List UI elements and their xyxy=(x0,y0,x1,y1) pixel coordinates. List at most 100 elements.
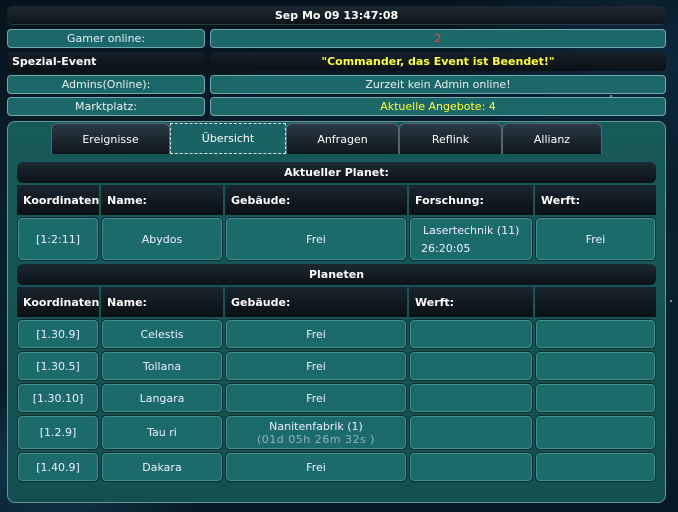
header-shipyard-text: Werft: xyxy=(541,193,581,207)
market-label: Marktplatz: xyxy=(7,97,205,116)
planet-row-buildings[interactable]: Nanitenfabrik (1) (01d 05h 26m 32s ) xyxy=(225,415,407,450)
event-message: "Commander, das Event ist Beendet!" xyxy=(321,55,555,68)
header-buildings: Gebäude: xyxy=(225,185,407,215)
gamer-online-value[interactable]: 2 xyxy=(210,29,666,48)
tab-anfragen-label[interactable]: Anfragen xyxy=(317,133,367,146)
planet-row-coords[interactable]: [1.40.9] xyxy=(17,452,99,482)
planet-coords[interactable]: [1.30.9] xyxy=(36,328,80,341)
gamer-online-label: Gamer online: xyxy=(7,29,205,48)
planet-name[interactable]: Celestis xyxy=(140,328,183,341)
tab-uebersicht-label[interactable]: Übersicht xyxy=(202,132,254,145)
current-research-text[interactable]: Lasertechnik (11) xyxy=(421,224,519,237)
event-value: "Commander, das Event ist Beendet!" xyxy=(210,52,666,71)
planet-row-buildings[interactable]: Frei xyxy=(225,319,407,349)
planet-row-extra xyxy=(535,319,656,349)
planet-row-name[interactable]: Celestis xyxy=(101,319,223,349)
planet-row-name[interactable]: Tau ri xyxy=(101,415,223,450)
planet-row-buildings[interactable]: Frei xyxy=(225,452,407,482)
planet-row-extra xyxy=(535,452,656,482)
planets-header-coords-text: Koordinaten xyxy=(23,295,100,309)
market-label-text: Marktplatz: xyxy=(74,100,137,113)
planet-row-coords[interactable]: [1.2.9] xyxy=(17,415,99,450)
planet-row-name[interactable]: Tollana xyxy=(101,351,223,381)
gamer-online-label-text: Gamer online: xyxy=(66,32,146,45)
planet-row-shipyard[interactable] xyxy=(409,319,533,349)
tab-ereignisse[interactable]: Ereignisse xyxy=(51,123,170,154)
header-coords: Koordinaten xyxy=(17,185,99,215)
event-label-text: Spezial-Event xyxy=(12,55,97,68)
planet-row-extra xyxy=(535,415,656,450)
planet-coords[interactable]: [1.2.9] xyxy=(40,426,77,439)
planet-row-name[interactable]: Langara xyxy=(101,383,223,413)
server-datetime: Sep Mo 09 13:47:08 xyxy=(7,6,666,25)
header-research: Forschung: xyxy=(409,185,533,215)
planet-name[interactable]: Tau ri xyxy=(147,426,177,439)
admins-value: Zurzeit kein Admin online! xyxy=(210,75,666,94)
planet-coords[interactable]: [1.40.9] xyxy=(36,461,80,474)
planet-name[interactable]: Tollana xyxy=(143,360,181,373)
planet-row-shipyard[interactable] xyxy=(409,351,533,381)
current-research[interactable]: Lasertechnik (11) 26:20:05 xyxy=(409,217,533,261)
planet-build-timer: (01d 05h 26m 32s ) xyxy=(257,432,375,446)
header-shipyard: Werft: xyxy=(535,185,656,215)
header-name: Name: xyxy=(101,185,223,215)
planet-buildings[interactable]: Frei xyxy=(306,328,326,341)
current-shipyard-text[interactable]: Frei xyxy=(586,233,606,246)
market-value[interactable]: Aktuelle Angebote: 4 xyxy=(210,97,666,116)
planets-header-extra xyxy=(535,287,656,317)
planet-row-coords[interactable]: [1.30.9] xyxy=(17,319,99,349)
planets-header-buildings: Gebäude: xyxy=(225,287,407,317)
planet-row-coords[interactable]: [1.30.5] xyxy=(17,351,99,381)
admins-label-text: Admins(Online): xyxy=(61,78,151,91)
planet-row-coords[interactable]: [1.30.10] xyxy=(17,383,99,413)
tab-uebersicht[interactable]: Übersicht xyxy=(170,123,286,154)
tab-ereignisse-label[interactable]: Ereignisse xyxy=(82,133,138,146)
planets-header-shipyard-text: Werft: xyxy=(415,295,455,309)
planets-header-shipyard: Werft: xyxy=(409,287,533,317)
market-offers-link[interactable]: Aktuelle Angebote: 4 xyxy=(380,100,496,113)
current-name-text[interactable]: Abydos xyxy=(142,233,182,246)
planet-row-buildings[interactable]: Frei xyxy=(225,351,407,381)
current-buildings-text[interactable]: Frei xyxy=(306,233,326,246)
gamer-online-count[interactable]: 2 xyxy=(435,32,442,45)
header-buildings-text: Gebäude: xyxy=(231,193,291,207)
datetime-text: Sep Mo 09 13:47:08 xyxy=(274,8,399,22)
tab-reflink[interactable]: Reflink xyxy=(399,123,502,154)
planets-header-name: Name: xyxy=(101,287,223,317)
header-research-text: Forschung: xyxy=(415,193,484,207)
current-shipyard[interactable]: Frei xyxy=(535,217,656,261)
event-label: Spezial-Event xyxy=(7,52,205,71)
planet-row-shipyard[interactable] xyxy=(409,452,533,482)
planets-header-name-text: Name: xyxy=(107,295,147,309)
planets-header-coords: Koordinaten xyxy=(17,287,99,317)
current-planet-title: Aktueller Planet: xyxy=(284,166,389,179)
planet-name[interactable]: Langara xyxy=(140,392,185,405)
current-research-timer: 26:20:05 xyxy=(421,241,471,255)
planet-buildings[interactable]: Frei xyxy=(306,392,326,405)
current-buildings[interactable]: Frei xyxy=(225,217,407,261)
planet-coords[interactable]: [1.30.5] xyxy=(36,360,80,373)
tab-allianz[interactable]: Allianz xyxy=(502,123,602,154)
planet-buildings[interactable]: Frei xyxy=(306,461,326,474)
planet-coords[interactable]: [1.30.10] xyxy=(33,392,84,405)
planet-row-buildings[interactable]: Frei xyxy=(225,383,407,413)
planets-heading: Planeten xyxy=(17,264,656,285)
planet-row-shipyard[interactable] xyxy=(409,383,533,413)
tab-anfragen[interactable]: Anfragen xyxy=(286,123,399,154)
current-planet-heading: Aktueller Planet: xyxy=(17,162,656,183)
planet-name[interactable]: Dakara xyxy=(142,461,181,474)
planet-row-extra xyxy=(535,383,656,413)
current-coords[interactable]: [1:2:11] xyxy=(17,217,99,261)
tab-allianz-label[interactable]: Allianz xyxy=(534,133,570,146)
admins-label: Admins(Online): xyxy=(7,75,205,94)
planet-row-extra xyxy=(535,351,656,381)
planet-buildings[interactable]: Frei xyxy=(306,360,326,373)
tab-reflink-label[interactable]: Reflink xyxy=(432,133,469,146)
planet-buildings[interactable]: Nanitenfabrik (1) xyxy=(269,420,363,433)
current-coords-text[interactable]: [1:2:11] xyxy=(36,233,80,246)
header-name-text: Name: xyxy=(107,193,147,207)
planet-row-shipyard[interactable] xyxy=(409,415,533,450)
current-name[interactable]: Abydos xyxy=(101,217,223,261)
planets-title: Planeten xyxy=(308,268,365,281)
planet-row-name[interactable]: Dakara xyxy=(101,452,223,482)
